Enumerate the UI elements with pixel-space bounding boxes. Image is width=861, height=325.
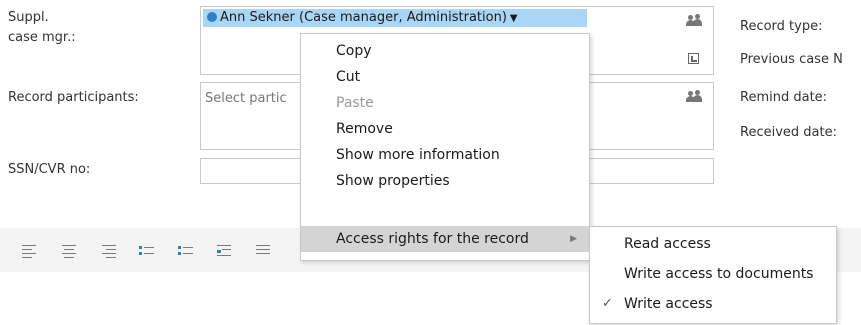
people-icon[interactable]	[686, 90, 702, 102]
received-date-label: Received date:	[740, 125, 837, 140]
menu-item-paste[interactable]: Paste	[301, 90, 589, 116]
align-left-icon[interactable]	[22, 244, 38, 258]
bullet-list-icon[interactable]	[139, 244, 155, 258]
ssn-cvr-label: SSN/CVR no:	[8, 162, 91, 177]
previous-case-label: Previous case N	[740, 52, 843, 67]
submenu-item-write-access-documents[interactable]: Write access to documents	[590, 261, 836, 287]
external-link-icon[interactable]	[688, 53, 699, 64]
menu-item-access-rights-label: Access rights for the record	[336, 231, 529, 247]
menu-item-remove[interactable]: Remove	[301, 116, 589, 142]
suppl-case-mgr-label-line1: Suppl.	[8, 10, 49, 25]
increase-indent-icon[interactable]	[256, 244, 272, 258]
submenu-item-read-access[interactable]: Read access	[590, 231, 836, 257]
remind-date-label: Remind date:	[740, 90, 828, 105]
menu-item-copy[interactable]: Copy	[301, 38, 589, 64]
align-center-icon[interactable]	[61, 244, 77, 258]
decrease-indent-icon[interactable]	[217, 244, 233, 258]
context-menu: Copy Cut Paste Remove Show more informat…	[300, 33, 590, 261]
case-manager-chip[interactable]: Ann Sekner (Case manager, Administration…	[203, 9, 587, 27]
submenu-item-write-access[interactable]: ✓ Write access	[590, 291, 836, 317]
record-type-label: Record type:	[740, 19, 823, 34]
submenu-arrow-icon: ▶	[570, 234, 577, 244]
suppl-case-mgr-label-line2: case mgr.:	[8, 30, 76, 45]
align-right-icon[interactable]	[100, 244, 116, 258]
numbered-list-icon[interactable]	[178, 244, 194, 258]
access-rights-submenu: Read access Write access to documents ✓ …	[589, 226, 837, 324]
people-icon[interactable]	[686, 14, 702, 26]
record-participants-label: Record participants:	[8, 90, 139, 105]
status-dot-icon	[207, 12, 217, 22]
menu-item-show-properties[interactable]: Show properties	[301, 168, 589, 194]
menu-item-access-rights[interactable]: Access rights for the record ▶	[301, 226, 589, 252]
menu-item-cut[interactable]: Cut	[301, 64, 589, 90]
menu-item-show-more-information[interactable]: Show more information	[301, 142, 589, 168]
case-manager-chip-label: Ann Sekner (Case manager, Administration…	[220, 10, 507, 25]
caret-down-icon[interactable]: ▼	[510, 13, 518, 24]
participants-input-placeholder[interactable]: Select partic	[205, 91, 287, 106]
submenu-item-write-access-label: Write access	[624, 296, 713, 312]
checkmark-icon: ✓	[602, 296, 613, 311]
